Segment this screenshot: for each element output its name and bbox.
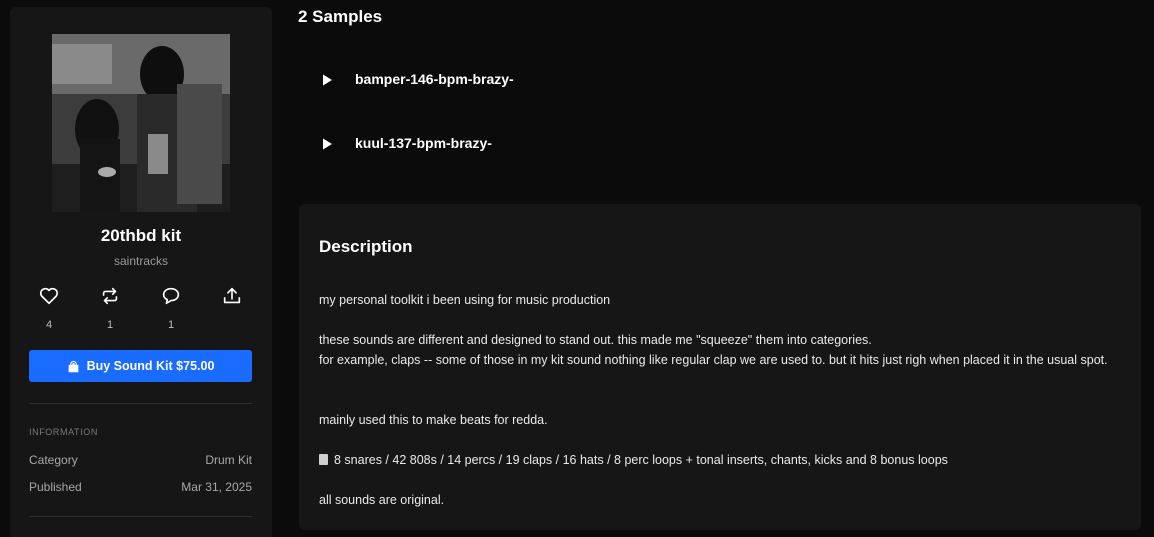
cover-artwork [52,34,230,212]
description-card: Description my personal toolkit i been u… [299,204,1141,530]
info-value: Drum Kit [205,453,252,467]
comment-stat: 1 [151,285,191,335]
sample-item[interactable]: bamper-146-bpm-brazy- [310,65,710,95]
repost-stat: 1 [90,285,130,335]
bag-icon [68,360,78,372]
sample-name[interactable]: bamper-146-bpm-brazy- [355,71,514,87]
description-paragraph: my personal toolkit i been using for mus… [319,293,611,307]
buy-button-label: Buy Sound Kit $75.00 [86,359,215,373]
folder-icon [319,454,328,465]
samples-title: 2 Samples [298,7,383,26]
divider [29,516,252,517]
comment-icon[interactable] [160,285,182,307]
page: 20thbd kit saintracks 4 1 1 Buy Sound Ki… [0,0,1154,537]
heart-icon[interactable] [38,285,60,307]
description-paragraph: for example, claps -- some of those in m… [319,353,1108,367]
like-count: 4 [45,319,53,331]
kit-title: 20thbd kit [100,226,182,245]
kit-author[interactable]: saintracks [10,254,272,268]
info-key: Category [29,453,78,467]
repost-icon[interactable] [99,285,121,307]
repost-count: 1 [106,319,114,331]
description-paragraph: all sounds are original. [319,493,445,507]
description-paragraph: mainly used this to make beats for redda… [319,413,548,427]
stats-row: 4 1 1 [10,285,272,335]
description-contents: 8 snares / 42 808s / 14 percs / 19 claps… [319,453,948,467]
description-contents-text: 8 snares / 42 808s / 14 percs / 19 claps… [334,453,948,467]
description-title: Description [319,237,413,256]
share-icon[interactable] [221,285,243,307]
buy-sound-kit-button[interactable]: Buy Sound Kit $75.00 [29,350,252,382]
description-paragraph: these sounds are different and designed … [319,333,872,347]
info-row-category: Category Drum Kit [29,453,252,469]
info-value: Mar 31, 2025 [181,480,252,494]
divider [29,403,252,404]
info-heading: INFORMATION [29,427,98,437]
play-icon[interactable] [320,73,334,87]
share-stat [212,285,252,335]
like-stat: 4 [29,285,69,335]
play-icon[interactable] [320,137,334,151]
sample-name[interactable]: kuul-137-bpm-brazy- [355,135,492,151]
kit-cover-image[interactable] [52,34,230,212]
info-key: Published [29,480,82,494]
comment-count: 1 [167,319,175,331]
info-row-published: Published Mar 31, 2025 [29,480,252,496]
sample-item[interactable]: kuul-137-bpm-brazy- [310,129,710,159]
kit-sidebar: 20thbd kit saintracks 4 1 1 Buy Sound Ki… [10,7,272,537]
